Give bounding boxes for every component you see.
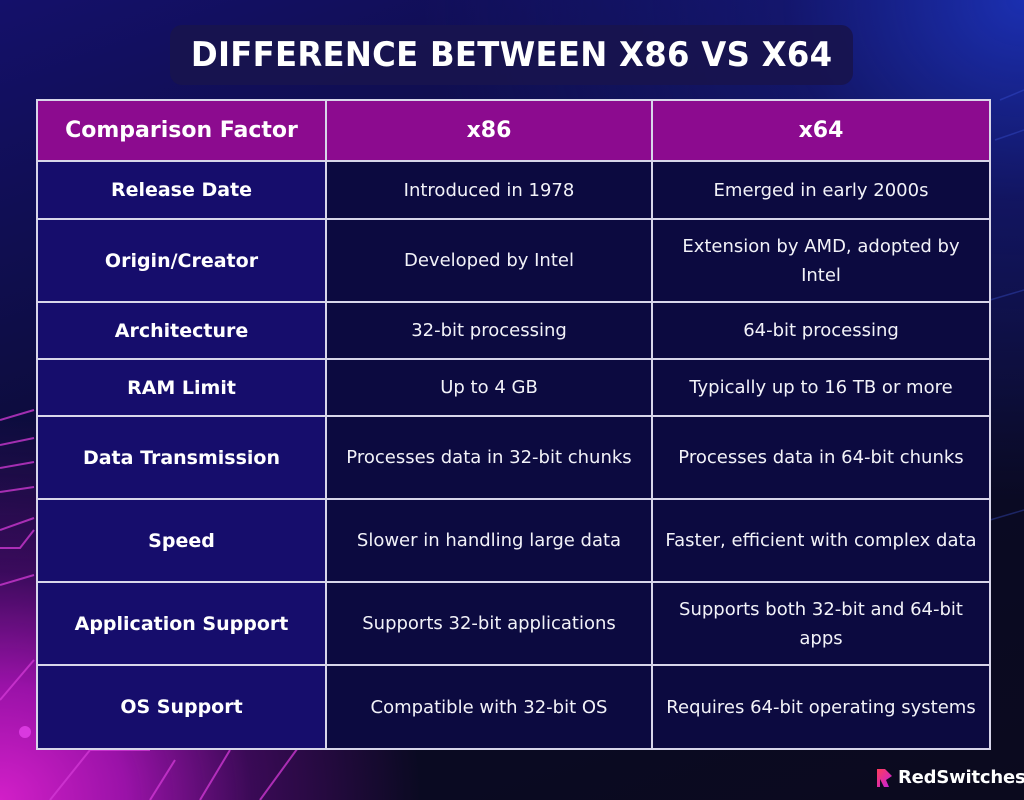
x86-cell: 32-bit processing	[325, 301, 653, 360]
x86-cell: Developed by Intel	[325, 218, 653, 303]
x64-cell: Extension by AMD, adopted by Intel	[651, 218, 991, 303]
factor-cell: Speed	[36, 498, 327, 583]
x64-cell: Typically up to 16 TB or more	[651, 358, 991, 417]
x86-cell: Processes data in 32-bit chunks	[325, 415, 653, 500]
brand-logo: RedSwitches	[875, 767, 1024, 788]
x86-cell: Introduced in 1978	[325, 160, 653, 220]
table-row: Application Support Supports 32-bit appl…	[36, 581, 991, 666]
table-row: OS Support Compatible with 32-bit OS Req…	[36, 664, 991, 750]
x64-cell: 64-bit processing	[651, 301, 991, 360]
header-x86: x86	[325, 99, 653, 162]
table-row: RAM Limit Up to 4 GB Typically up to 16 …	[36, 358, 991, 417]
table-row: Speed Slower in handling large data Fast…	[36, 498, 991, 583]
x64-cell: Processes data in 64-bit chunks	[651, 415, 991, 500]
factor-cell: Data Transmission	[36, 415, 327, 500]
factor-cell: RAM Limit	[36, 358, 327, 417]
factor-cell: Origin/Creator	[36, 218, 327, 303]
header-x64: x64	[651, 99, 991, 162]
x64-cell: Emerged in early 2000s	[651, 160, 991, 220]
title-banner: DIFFERENCE BETWEEN X86 VS X64	[170, 25, 853, 85]
table-header-row: Comparison Factor x86 x64	[36, 99, 991, 162]
x64-cell: Faster, efficient with complex data	[651, 498, 991, 583]
factor-cell: Architecture	[36, 301, 327, 360]
x86-cell: Up to 4 GB	[325, 358, 653, 417]
x64-cell: Supports both 32-bit and 64-bit apps	[651, 581, 991, 666]
table-row: Origin/Creator Developed by Intel Extens…	[36, 218, 991, 303]
header-comparison-factor: Comparison Factor	[36, 99, 327, 162]
redswitches-logo-icon	[877, 768, 892, 787]
table-row: Architecture 32-bit processing 64-bit pr…	[36, 301, 991, 360]
x64-cell: Requires 64-bit operating systems	[651, 664, 991, 750]
factor-cell: OS Support	[36, 664, 327, 750]
page-title: DIFFERENCE BETWEEN X86 VS X64	[190, 35, 833, 75]
factor-cell: Application Support	[36, 581, 327, 666]
x86-cell: Slower in handling large data	[325, 498, 653, 583]
table-row: Data Transmission Processes data in 32-b…	[36, 415, 991, 500]
factor-cell: Release Date	[36, 160, 327, 220]
brand-name: RedSwitches	[898, 767, 1024, 788]
table-row: Release Date Introduced in 1978 Emerged …	[36, 160, 991, 220]
x86-cell: Compatible with 32-bit OS	[325, 664, 653, 750]
comparison-table: Comparison Factor x86 x64 Release Date I…	[36, 99, 991, 750]
x86-cell: Supports 32-bit applications	[325, 581, 653, 666]
